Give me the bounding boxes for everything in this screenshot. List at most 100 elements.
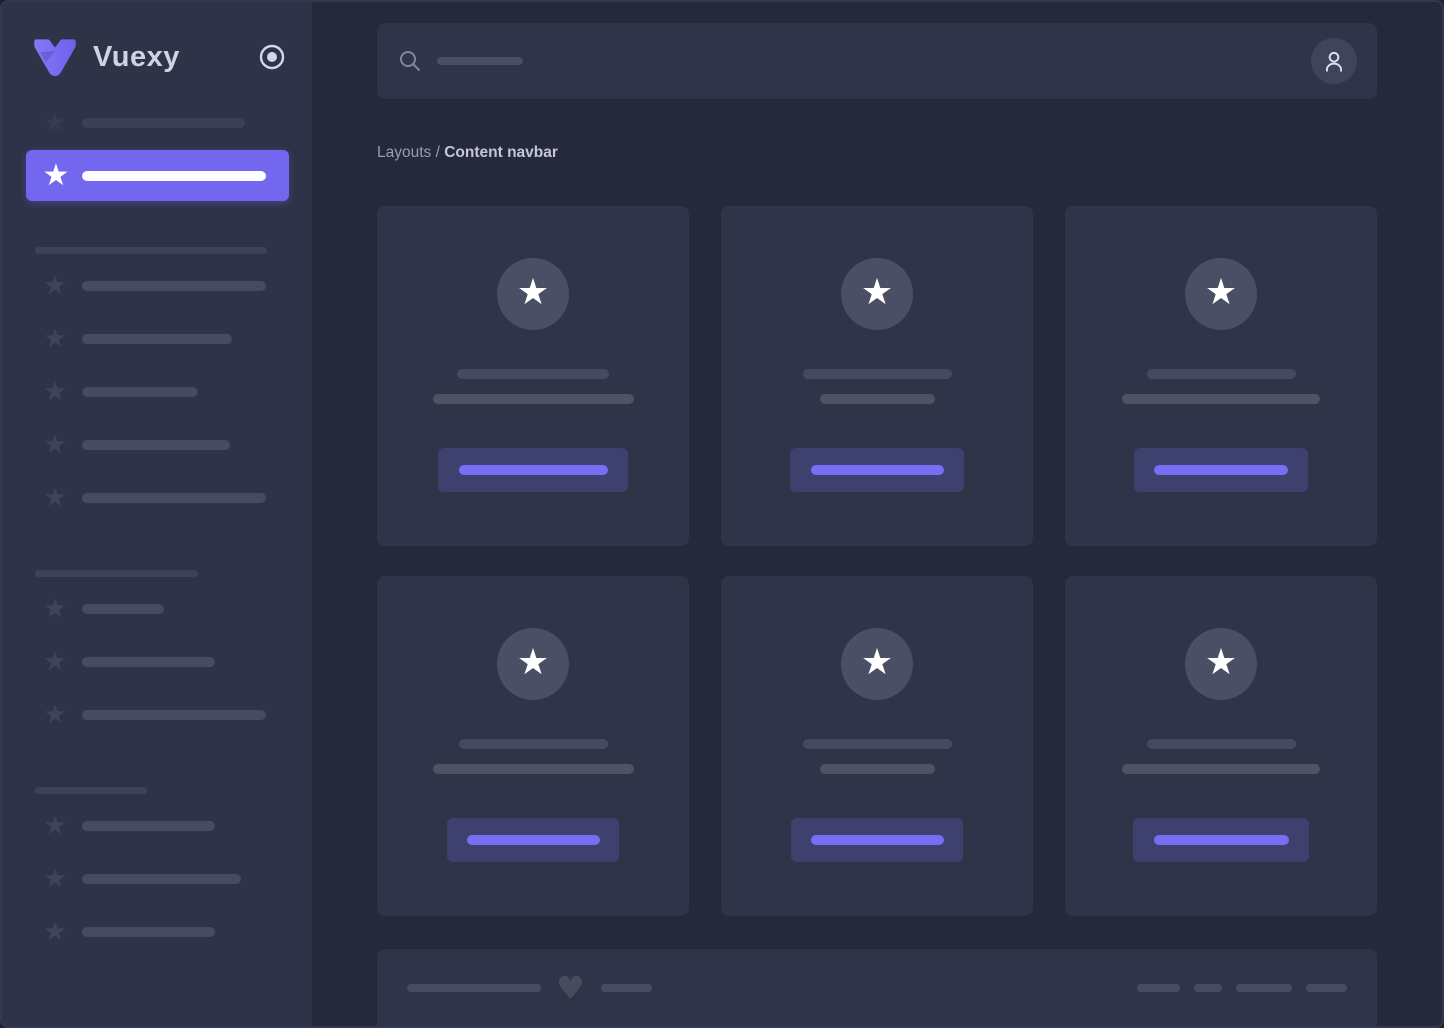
sidebar-item[interactable]: ★ <box>2 583 312 635</box>
button-label-skeleton <box>811 835 944 845</box>
sidebar-item[interactable]: ★ <box>2 800 312 852</box>
star-icon: ★ <box>42 596 68 622</box>
star-avatar: ★ <box>841 628 913 700</box>
star-avatar: ★ <box>497 628 569 700</box>
star-avatar: ★ <box>841 258 913 330</box>
star-avatar: ★ <box>1185 258 1257 330</box>
brand: Vuexy <box>2 2 312 79</box>
star-icon: ★ <box>517 275 549 311</box>
skeleton-bar <box>82 334 232 344</box>
menu-pin-toggle-icon[interactable] <box>258 43 286 71</box>
sidebar-item[interactable]: ★ <box>2 636 312 688</box>
button-label-skeleton <box>811 465 944 475</box>
search-placeholder-skeleton <box>437 57 523 65</box>
skeleton-line <box>803 739 952 749</box>
user-icon <box>1321 48 1347 74</box>
button-label-skeleton <box>467 835 600 845</box>
sidebar-menu: ★ ★ ★ ★ ★ ★ ★ ★ ★ ★ ★ ★ ★ <box>2 97 312 958</box>
skeleton-bar <box>82 604 164 614</box>
footer-skeleton-bar <box>1306 984 1347 992</box>
star-icon: ★ <box>42 432 68 458</box>
skeleton-line <box>459 739 608 749</box>
breadcrumb-current: Content navbar <box>444 144 558 161</box>
breadcrumb: Layouts / Content navbar <box>377 144 1377 162</box>
sidebar-item[interactable]: ★ <box>2 689 312 741</box>
skeleton-line <box>433 764 634 774</box>
card-button[interactable] <box>790 448 964 492</box>
footer-skeleton-bar <box>1236 984 1292 992</box>
footer-skeleton-bar <box>407 984 541 992</box>
skeleton-bar <box>82 493 266 503</box>
skeleton-line <box>820 764 935 774</box>
cards-grid: ★ ★ ★ ★ ★ ★ <box>377 206 1377 916</box>
button-label-skeleton <box>1154 835 1289 845</box>
sidebar-item[interactable]: ★ <box>2 906 312 958</box>
star-icon: ★ <box>42 326 68 352</box>
sidebar-item[interactable]: ★ <box>2 313 312 365</box>
sidebar: Vuexy ★ ★ ★ ★ ★ ★ ★ ★ ★ ★ ★ ★ ★ <box>2 2 312 1026</box>
brand-title: Vuexy <box>93 41 180 74</box>
card-button[interactable] <box>1134 448 1308 492</box>
skeleton-line <box>803 369 952 379</box>
footer-skeleton-bar <box>1194 984 1222 992</box>
main-area: Layouts / Content navbar ★ ★ ★ ★ ★ ★ ♥ <box>312 2 1442 1026</box>
skeleton-bar <box>82 821 215 831</box>
skeleton-line <box>457 369 609 379</box>
card-button[interactable] <box>1133 818 1309 862</box>
sidebar-item[interactable]: ★ <box>2 366 312 418</box>
skeleton-line <box>1147 369 1296 379</box>
star-icon: ★ <box>1205 645 1237 681</box>
breadcrumb-section[interactable]: Layouts <box>377 144 431 161</box>
skeleton-line <box>1122 764 1320 774</box>
breadcrumb-separator: / <box>431 144 444 161</box>
card: ★ <box>721 576 1033 916</box>
card: ★ <box>1065 206 1377 546</box>
star-icon: ★ <box>861 645 893 681</box>
card-button[interactable] <box>447 818 619 862</box>
card-button[interactable] <box>791 818 963 862</box>
skeleton-bar <box>82 440 230 450</box>
card: ★ <box>377 206 689 546</box>
skeleton-bar <box>82 281 266 291</box>
star-avatar: ★ <box>1185 628 1257 700</box>
page-footer: ♥ <box>377 949 1377 1026</box>
card: ★ <box>1065 576 1377 916</box>
star-avatar: ★ <box>497 258 569 330</box>
star-icon: ★ <box>861 275 893 311</box>
vuexy-logo-icon <box>30 35 80 79</box>
skeleton-line <box>1147 739 1296 749</box>
heart-icon: ♥ <box>556 972 585 1004</box>
footer-links <box>1123 984 1347 992</box>
star-icon: ★ <box>1205 275 1237 311</box>
top-navbar <box>377 23 1377 99</box>
star-icon: ★ <box>42 702 68 728</box>
card: ★ <box>377 576 689 916</box>
skeleton-line <box>820 394 935 404</box>
search-input[interactable] <box>398 49 523 73</box>
sidebar-item-active[interactable]: ★ <box>26 150 289 201</box>
search-icon <box>398 49 422 73</box>
skeleton-bar <box>82 874 241 884</box>
card: ★ <box>721 206 1033 546</box>
star-icon: ★ <box>42 866 68 892</box>
footer-skeleton-bar <box>1137 984 1180 992</box>
user-avatar[interactable] <box>1311 38 1357 84</box>
sidebar-item[interactable]: ★ <box>2 260 312 312</box>
footer-skeleton-bar <box>601 984 652 992</box>
sidebar-item[interactable]: ★ <box>2 853 312 905</box>
skeleton-bar <box>82 387 198 397</box>
skeleton-line <box>1122 394 1320 404</box>
skeleton-bar <box>82 171 266 181</box>
sidebar-item[interactable]: ★ <box>2 472 312 524</box>
sidebar-item[interactable]: ★ <box>2 97 312 149</box>
star-icon: ★ <box>42 485 68 511</box>
star-icon: ★ <box>517 645 549 681</box>
app-frame: Vuexy ★ ★ ★ ★ ★ ★ ★ ★ ★ ★ ★ ★ ★ <box>0 0 1444 1028</box>
menu-group-header-skeleton <box>35 787 147 794</box>
star-icon: ★ <box>42 813 68 839</box>
sidebar-item[interactable]: ★ <box>2 419 312 471</box>
skeleton-bar <box>82 657 215 667</box>
card-button[interactable] <box>438 448 628 492</box>
star-icon: ★ <box>42 161 70 191</box>
skeleton-line <box>433 394 634 404</box>
